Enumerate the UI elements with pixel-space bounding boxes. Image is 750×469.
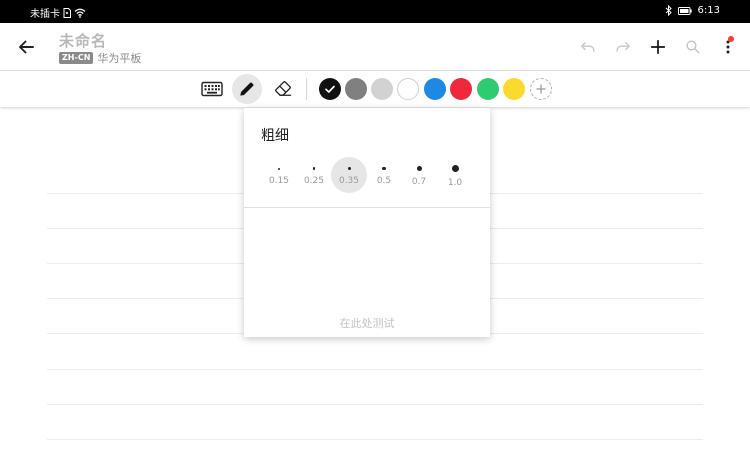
drawing-toolbar [0,71,750,107]
redo-icon [616,42,630,52]
header-actions [565,35,740,59]
stroke-size-option[interactable]: 0.35 [331,157,367,193]
test-area-hint: 在此处测试 [339,317,395,330]
notification-dot [728,36,734,42]
stroke-size-option[interactable]: 0.15 [261,157,297,193]
stroke-size-label: 1.0 [447,178,463,188]
color-swatch-green[interactable] [477,78,499,100]
add-color-button[interactable] [530,78,552,100]
status-left: 未插卡 [30,5,86,20]
bluetooth-icon [665,5,672,16]
toolbar-divider [306,78,307,100]
search-icon [686,40,700,54]
language-badge: ZH-CN [59,52,94,64]
color-swatch-yellow[interactable] [503,78,525,100]
undo-button[interactable] [576,35,600,59]
carrier-text: 未插卡 [30,9,60,20]
check-icon [325,85,335,93]
sim-icon [63,7,71,18]
stroke-size-option[interactable]: 1.0 [437,157,473,193]
stroke-size-option[interactable]: 0.25 [296,157,332,193]
device-name: 华为平板 [97,52,142,65]
stroke-size-dot [312,167,316,170]
keyboard-icon [201,81,223,97]
ruled-line [47,369,703,370]
pen-tool-button[interactable] [232,74,262,104]
stroke-size-dot [278,167,280,170]
search-button[interactable] [681,35,705,59]
stroke-size-dot [347,167,351,170]
stroke-size-label: 0.25 [303,175,325,186]
status-bar: 未插卡 6:13 [0,0,750,23]
plus-circle-icon [536,84,546,94]
stroke-size-dot [451,165,459,172]
eraser-icon [275,81,292,96]
battery-icon [677,6,692,15]
clock-text: 6:13 [697,5,720,16]
arrow-left-icon [19,40,34,54]
document-subtitle: ZH-CN 华为平板 [59,50,141,66]
pencil-icon [240,82,254,96]
color-swatch-white[interactable] [397,78,419,100]
status-right: 6:13 [665,5,720,16]
document-title[interactable]: 未命名 [59,30,107,51]
stroke-size-label: 0.5 [376,176,392,187]
stroke-size-option[interactable]: 0.5 [366,157,402,193]
stroke-test-area[interactable]: 在此处测试 [244,208,490,337]
eraser-tool-button[interactable] [268,74,298,104]
color-swatch-red[interactable] [450,78,472,100]
stroke-size-dot [382,166,386,171]
undo-icon [581,42,595,52]
stroke-size-label: 0.15 [268,175,290,186]
color-swatch-gray[interactable] [345,78,367,100]
ruled-line [47,439,703,440]
add-button[interactable] [646,35,670,59]
color-swatch-blue[interactable] [424,78,446,100]
color-swatch-black[interactable] [319,78,341,100]
back-button[interactable] [14,35,38,59]
stroke-size-dot [416,166,422,171]
popover-title: 粗细 [261,128,289,144]
stroke-size-option[interactable]: 0.7 [401,157,437,193]
stroke-size-label: 0.7 [411,177,427,187]
app-header: 未命名 ZH-CN 华为平板 [0,23,750,71]
more-menu-button[interactable] [716,35,740,59]
plus-icon [650,39,666,55]
color-swatch-light-gray[interactable] [371,78,393,100]
ruled-line [47,404,703,405]
stroke-width-popover: 粗细 0.15 0.25 0.35 0.5 0.7 1.0 在此处测试 [244,108,490,337]
stroke-size-label: 0.35 [338,176,360,186]
wifi-icon [74,8,86,18]
keyboard-tool-button[interactable] [197,74,227,104]
redo-button[interactable] [611,35,635,59]
